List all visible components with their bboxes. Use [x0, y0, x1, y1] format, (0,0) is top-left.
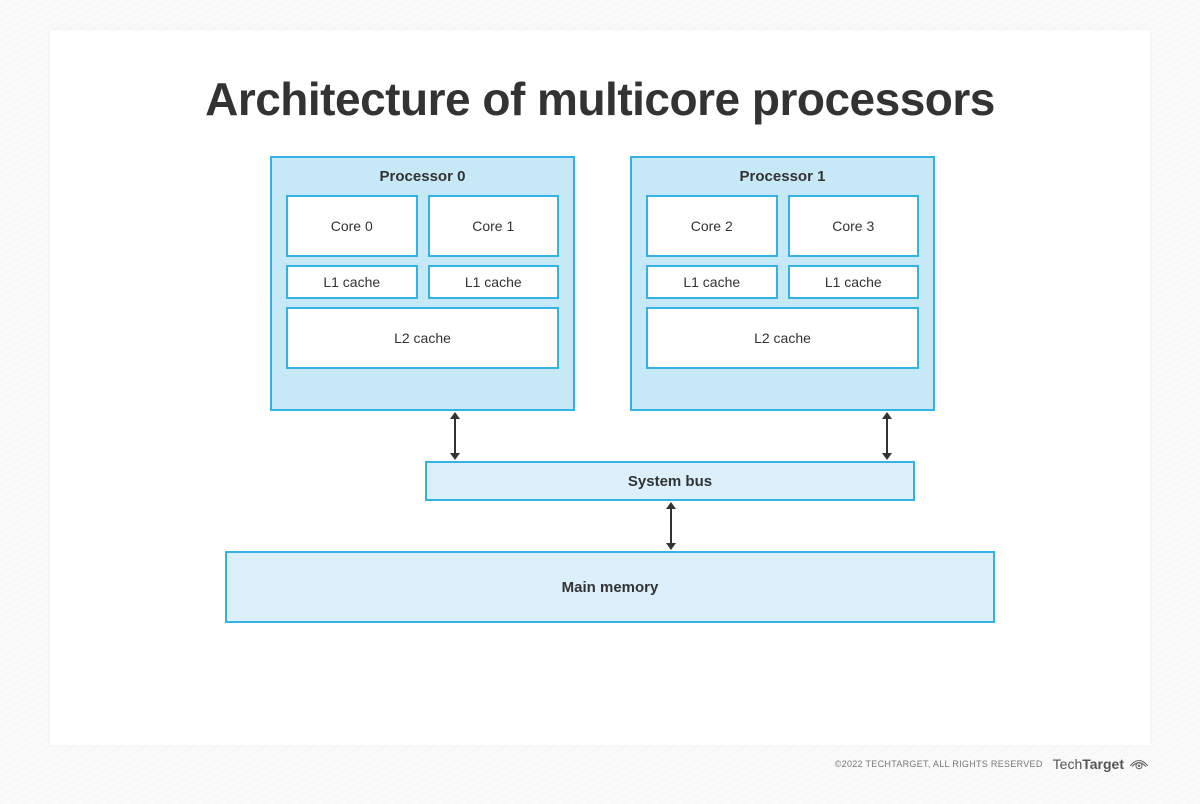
footer: ©2022 TECHTARGET, ALL RIGHTS RESERVED Te… [835, 756, 1150, 772]
processor-0-box: Processor 0 Core 0 Core 1 L1 cache L1 ca… [270, 156, 575, 411]
techtarget-logo: TechTarget [1053, 756, 1150, 772]
l1-cache-box: L1 cache [788, 265, 920, 299]
processor-1-core-row: Core 2 Core 3 [646, 195, 919, 257]
arrow-bus-memory [670, 508, 672, 544]
processor-1-l1-row: L1 cache L1 cache [646, 265, 919, 299]
l2-cache-box: L2 cache [286, 307, 559, 369]
l1-cache-box: L1 cache [286, 265, 418, 299]
logo-text: TechTarget [1053, 756, 1124, 772]
arrow-processor0-bus [454, 418, 456, 454]
core-2-box: Core 2 [646, 195, 778, 257]
l2-cache-box: L2 cache [646, 307, 919, 369]
diagram-title: Architecture of multicore processors [50, 72, 1150, 126]
processor-1-label: Processor 1 [646, 168, 919, 185]
processor-0-core-row: Core 0 Core 1 [286, 195, 559, 257]
copyright-text: ©2022 TECHTARGET, ALL RIGHTS RESERVED [835, 759, 1043, 769]
processor-0-l1-row: L1 cache L1 cache [286, 265, 559, 299]
processor-1-box: Processor 1 Core 2 Core 3 L1 cache L1 ca… [630, 156, 935, 411]
processor-0-label: Processor 0 [286, 168, 559, 185]
l1-cache-box: L1 cache [428, 265, 560, 299]
eye-icon [1128, 757, 1150, 771]
l1-cache-box: L1 cache [646, 265, 778, 299]
diagram-card: Architecture of multicore processors Pro… [50, 30, 1150, 745]
core-0-box: Core 0 [286, 195, 418, 257]
system-bus-box: System bus [425, 461, 915, 501]
core-1-box: Core 1 [428, 195, 560, 257]
diagram-area: Processor 0 Core 0 Core 1 L1 cache L1 ca… [50, 156, 1150, 716]
main-memory-box: Main memory [225, 551, 995, 623]
arrow-processor1-bus [886, 418, 888, 454]
core-3-box: Core 3 [788, 195, 920, 257]
